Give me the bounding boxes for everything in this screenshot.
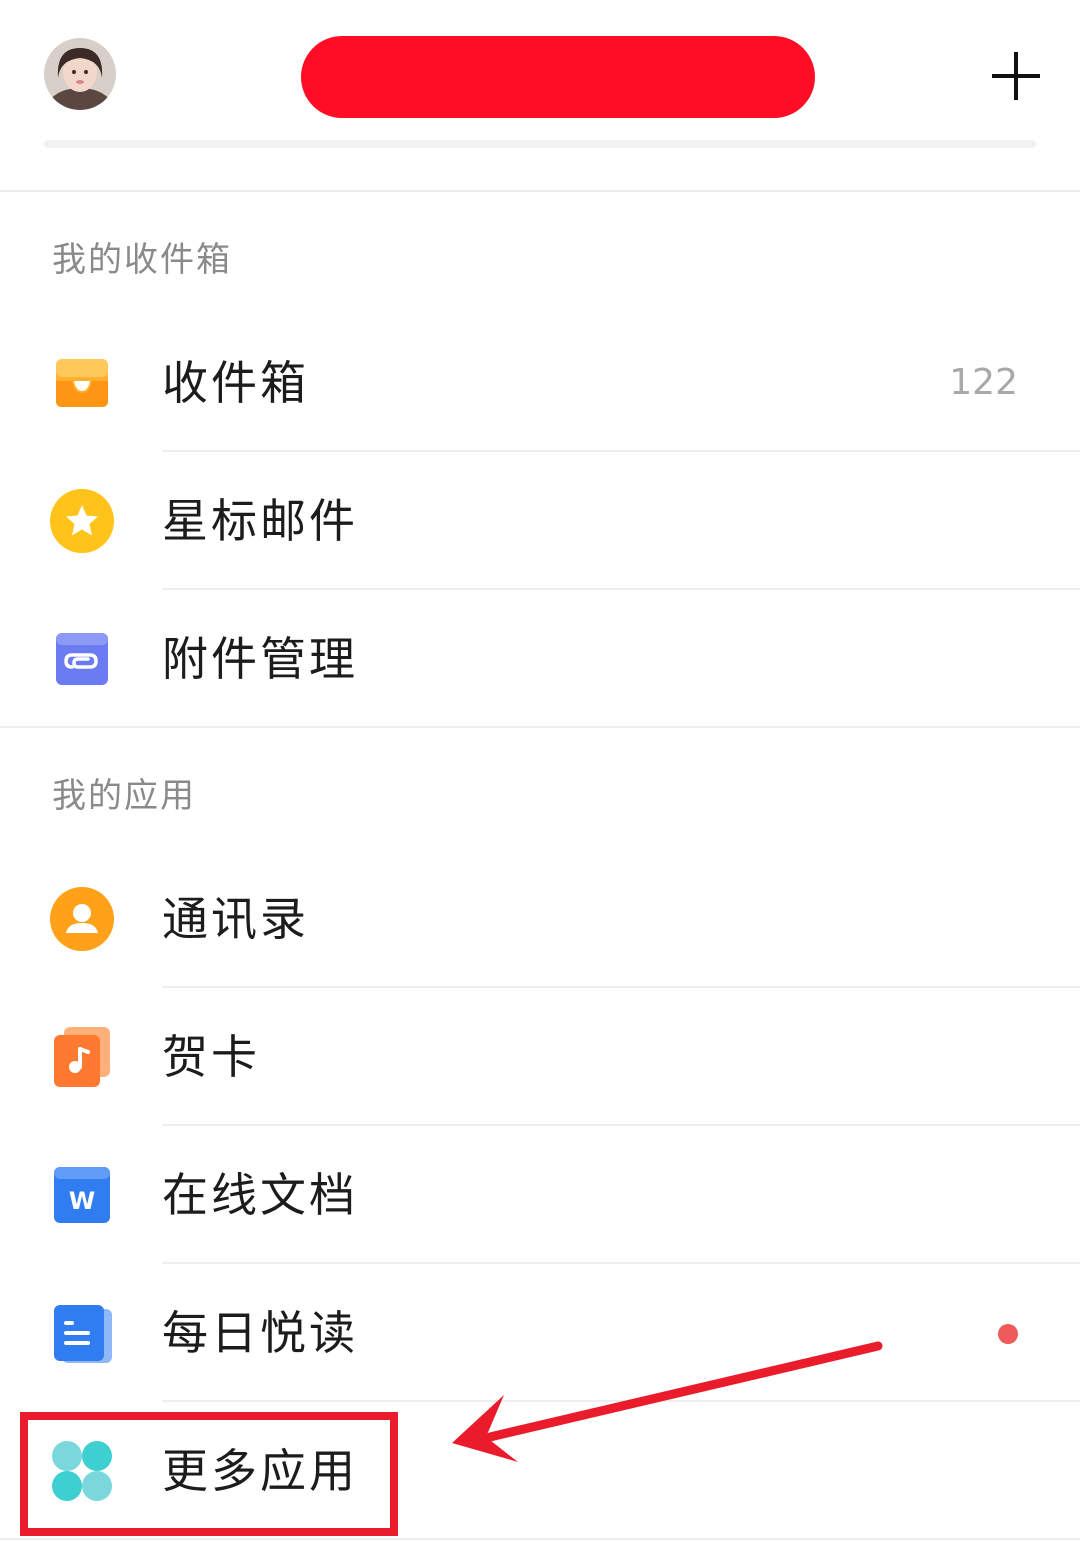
header-divider-strip [44,140,1036,148]
top-bar [0,0,1080,192]
list-item-online-docs[interactable]: W 在线文档 [0,1126,1080,1264]
star-icon [50,489,114,553]
list-item-label: 星标邮件 [162,494,358,548]
list-item-label: 收件箱 [162,356,309,410]
list-item-label: 附件管理 [162,632,358,686]
word-document-icon: W [50,1163,114,1227]
list-item-label: 在线文档 [162,1168,358,1222]
daily-reading-icon [50,1301,114,1365]
greeting-card-icon [50,1025,114,1089]
list-item-starred[interactable]: 星标邮件 [0,452,1080,590]
list-item-label: 贺卡 [162,1030,260,1084]
svg-text:W: W [69,1187,95,1215]
list-item-daily-reading[interactable]: 每日悦读 [0,1264,1080,1402]
list-item-label: 每日悦读 [162,1306,358,1360]
highlight-box [20,1412,398,1536]
list-item-label: 通讯录 [162,892,309,946]
contacts-icon [50,887,114,951]
plus-icon[interactable] [984,44,1048,108]
section-title-apps: 我的应用 [52,776,196,816]
attachment-icon [50,627,114,691]
unread-count: 122 [949,362,1018,403]
inbox-icon [50,351,114,415]
section-divider [0,1538,1080,1540]
section-divider [0,726,1080,728]
user-avatar[interactable] [44,38,116,110]
redacted-account-name [301,36,815,118]
unread-dot [998,1324,1018,1344]
list-item-inbox[interactable]: 收件箱 122 [0,314,1080,452]
list-item-attachments[interactable]: 附件管理 [0,590,1080,728]
list-item-greeting-card[interactable]: 贺卡 [0,988,1080,1126]
section-title-mailbox: 我的收件箱 [52,240,232,280]
list-item-contacts[interactable]: 通讯录 [0,850,1080,988]
